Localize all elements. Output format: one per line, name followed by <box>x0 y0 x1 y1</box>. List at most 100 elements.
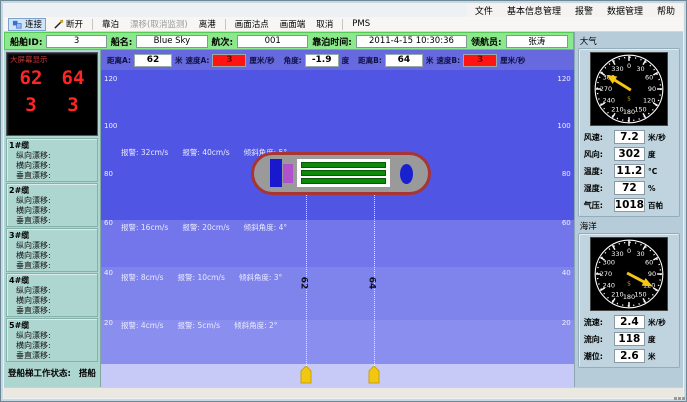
cable-name: 4#缆 <box>9 275 95 286</box>
cargo-hatch <box>301 178 386 184</box>
temperature-label: 温度: <box>584 166 611 177</box>
plot-body: 120 100 80 60 40 20 120 100 80 60 40 20 <box>101 70 574 387</box>
menu-basic-info[interactable]: 基本信息管理 <box>507 4 561 17</box>
cable-name: 5#缆 <box>9 320 95 331</box>
speed-a-unit: 厘米/秒 <box>249 55 274 66</box>
gauge-s-mark: S <box>627 97 630 103</box>
cable-section-1: 1#缆 纵向漂移: 横向漂移: 垂直漂移: <box>6 138 98 182</box>
voyage-field[interactable]: 001 <box>237 35 308 48</box>
cancel-button[interactable]: 取消 <box>312 18 337 31</box>
cable-section-4: 4#缆 纵向漂移: 横向漂移: 垂直漂移: <box>6 273 98 317</box>
tilt-threshold: 倾斜角度: 2° <box>234 320 277 331</box>
berth-button[interactable]: 靠泊 <box>98 18 123 31</box>
environment-panel: 大气 0 30 60 90 120 <box>574 32 683 387</box>
wind-speed-value[interactable]: 7.2 <box>614 130 645 144</box>
depart-button[interactable]: 离港 <box>195 18 220 31</box>
lcd-value-speed-a: 3 <box>25 92 36 119</box>
svg-text:330: 330 <box>611 65 623 73</box>
axis-tick-right: 20 <box>562 319 571 327</box>
bollard-marker-b[interactable] <box>367 366 381 384</box>
resize-grip[interactable] <box>673 388 682 397</box>
longitudinal-drift-label: 纵向漂移: <box>9 151 95 161</box>
connect-label: 连接 <box>25 18 42 30</box>
ship-id-label: 船舶ID: <box>10 35 42 48</box>
warn-threshold: 报警: 16cm/s <box>121 222 168 233</box>
wind-direction-gauge: 0 30 60 90 120 150 180 210 240 270 300 3… <box>590 52 668 126</box>
gangway-status-label: 登船梯工作状态: <box>8 367 71 379</box>
menu-data[interactable]: 数据管理 <box>607 4 643 17</box>
svg-text:240: 240 <box>603 282 615 290</box>
warn-threshold: 报警: 4cm/s <box>121 320 164 331</box>
big-screen-title: 大屏幕显示 <box>10 54 94 65</box>
tide-level-value[interactable]: 2.6 <box>614 349 645 363</box>
wind-direction-value[interactable]: 302 <box>614 147 645 161</box>
disconnect-button[interactable]: 断开 <box>49 18 87 31</box>
lateral-drift-label: 横向漂移: <box>9 206 95 216</box>
tide-level-unit: 米 <box>648 351 674 362</box>
cable-name: 1#缆 <box>9 140 95 151</box>
pilot-label: 领航员: <box>471 35 502 48</box>
disconnect-icon <box>53 19 64 30</box>
screen-freeze-button[interactable]: 画面沽点 <box>231 18 273 31</box>
svg-text:300: 300 <box>603 259 615 267</box>
tilt-threshold: 倾斜角度: 3° <box>239 272 282 283</box>
lateral-drift-label: 横向漂移: <box>9 296 95 306</box>
pms-button[interactable]: PMS <box>348 18 374 31</box>
ocean-title: 海洋 <box>578 219 680 233</box>
connect-button[interactable]: 连接 <box>8 18 46 31</box>
toolbar-separator <box>225 19 226 30</box>
current-speed-unit: 米/秒 <box>648 317 674 328</box>
current-speed-value[interactable]: 2.4 <box>614 315 645 329</box>
temperature-value[interactable]: 11.2 <box>614 164 645 178</box>
wind-direction-label: 风向: <box>584 149 611 160</box>
alarm-threshold: 报警: 5cm/s <box>178 320 221 331</box>
axis-tick-right: 100 <box>557 122 570 130</box>
menu-alarm[interactable]: 报警 <box>575 4 593 17</box>
angle-value: -1.9 <box>305 54 339 67</box>
speed-b-unit: 厘米/秒 <box>500 55 525 66</box>
longitudinal-drift-label: 纵向漂移: <box>9 331 95 341</box>
ship-graphic[interactable] <box>251 152 431 195</box>
menu-file[interactable]: 文件 <box>475 4 493 17</box>
cable-section-5: 5#缆 纵向漂移: 横向漂移: 垂直漂移: <box>6 318 98 362</box>
vessel-info-bar: 船舶ID: 3 船名: Blue Sky 航次: 001 靠泊时间: 2011-… <box>4 32 574 50</box>
bollard-marker-a[interactable] <box>299 366 313 384</box>
longitudinal-drift-label: 纵向漂移: <box>9 286 95 296</box>
axis-tick-right: 40 <box>562 269 571 277</box>
lcd-value-dist-a: 62 <box>20 65 43 92</box>
speed-a-value: 3 <box>212 54 246 67</box>
svg-text:60: 60 <box>645 259 653 267</box>
wind-direction-row: 风向: 302 度 <box>581 147 677 161</box>
humidity-value[interactable]: 72 <box>614 181 645 195</box>
berthing-plot[interactable]: 距离A: 62 米 速度A: 3 厘米/秒 角度: -1.9 度 距离B: 64… <box>101 50 574 387</box>
svg-text:180: 180 <box>623 108 635 116</box>
temperature-unit: °C <box>648 167 674 176</box>
berth-time-label: 靠泊时间: <box>312 35 352 48</box>
pressure-value[interactable]: 1018 <box>614 198 645 212</box>
svg-text:30: 30 <box>636 250 644 258</box>
longitudinal-drift-label: 纵向漂移: <box>9 196 95 206</box>
pilot-field[interactable]: 张涛 <box>506 35 568 48</box>
disconnect-label: 断开 <box>66 18 83 30</box>
current-direction-value[interactable]: 118 <box>614 332 645 346</box>
ship-name-field[interactable]: Blue Sky <box>136 35 207 48</box>
alarm-thresholds-row: 报警: 8cm/s 报警: 10cm/s 倾斜角度: 3° <box>121 272 282 283</box>
gauge-s-mark: S <box>627 282 630 288</box>
ship-id-field[interactable]: 3 <box>46 35 106 48</box>
lateral-drift-label: 横向漂移: <box>9 251 95 261</box>
lateral-drift-label: 横向漂移: <box>9 161 95 171</box>
current-direction-unit: 度 <box>648 334 674 345</box>
svg-text:270: 270 <box>600 270 612 278</box>
alarm-thresholds-row: 报警: 16cm/s 报警: 20cm/s 倾斜角度: 4° <box>121 222 287 233</box>
dist-a-value: 62 <box>134 54 172 67</box>
berth-time-field[interactable]: 2011-4-15 10:30:36 <box>356 35 467 48</box>
cable-name: 2#缆 <box>9 185 95 196</box>
sensor-sidebar: 大屏幕显示 62 64 3 3 1#缆 纵向漂移: 横向漂移: <box>4 50 101 387</box>
svg-text:210: 210 <box>611 105 623 113</box>
screen-unfreeze-button[interactable]: 画面端 <box>276 18 310 31</box>
drift-monitor-button: 漂移(取消监测) <box>126 18 192 31</box>
ship-bow-ellipse <box>400 164 413 184</box>
menu-help[interactable]: 帮助 <box>657 4 675 17</box>
svg-text:90: 90 <box>648 270 656 278</box>
cargo-hatch <box>301 162 386 168</box>
